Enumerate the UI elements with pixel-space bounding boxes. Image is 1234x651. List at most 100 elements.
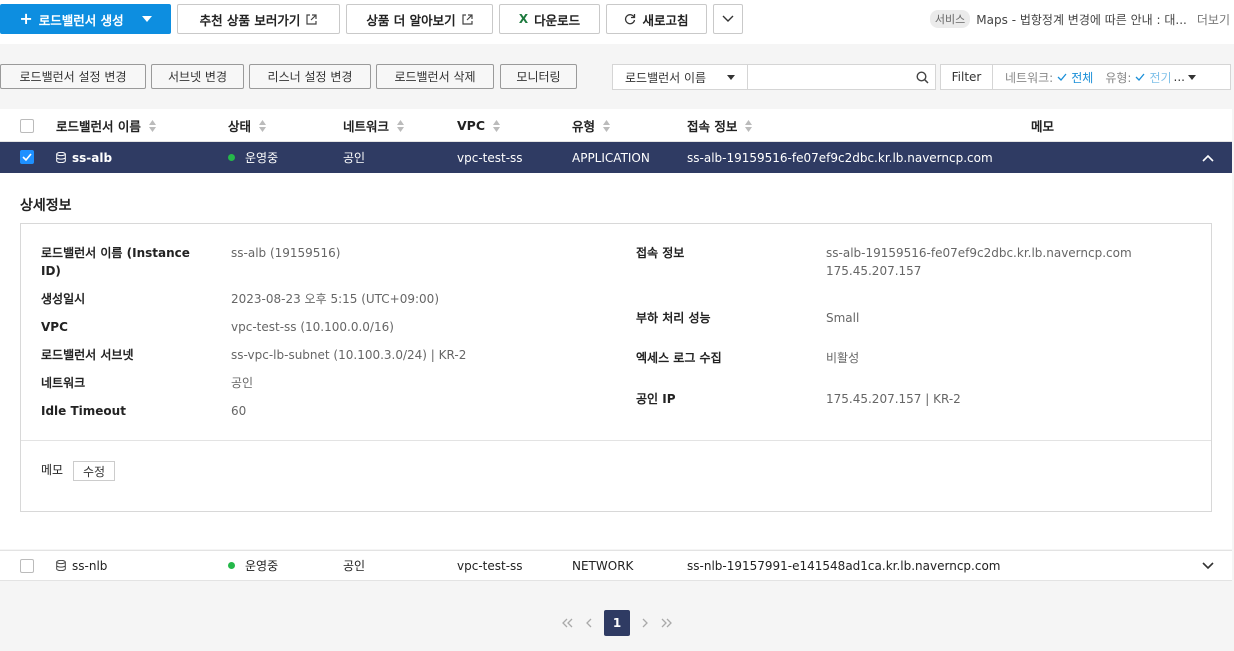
- filter-overflow-ellipsis: ...: [1173, 70, 1185, 84]
- detail-value-capacity: Small: [826, 311, 860, 325]
- double-chevron-right-icon: [661, 618, 673, 628]
- row-name-cell[interactable]: ss-alb: [56, 142, 112, 173]
- detail-value-network: 공인: [231, 376, 254, 390]
- download-label: 다운로드: [534, 12, 581, 28]
- search-input[interactable]: [748, 65, 911, 89]
- notice-text[interactable]: Maps - 법항정계 변경에 따른 안내 : 대...: [976, 11, 1187, 28]
- network-filter-value: 전체: [1071, 70, 1094, 85]
- detail-panel: 상세정보 로드밸런서 이름 (Instance ID) ss-alb (1915…: [0, 173, 1232, 549]
- detail-value-instance: ss-alb (19159516): [231, 246, 341, 260]
- row-vpc: vpc-test-ss: [457, 150, 523, 165]
- row-status-cell: 운영중: [228, 142, 278, 173]
- table-header: 로드밸런서 이름 상태 네트워크 VPC 유형 접속 정보 메모: [0, 109, 1232, 142]
- edit-subnet-button[interactable]: 서브넷 변경: [151, 64, 244, 89]
- network-filter[interactable]: 네트워크: 전체: [993, 69, 1093, 86]
- type-filter-value: 전기: [1149, 70, 1172, 85]
- detail-value-subnet: ss-vpc-lb-subnet (10.100.3.0/24) | KR-2: [231, 348, 467, 362]
- next-page-button[interactable]: [634, 618, 656, 628]
- collapse-row-button[interactable]: [1202, 142, 1214, 173]
- search-bar: 로드밸런서 이름: [612, 64, 936, 90]
- refresh-button[interactable]: 새로고침: [606, 4, 707, 34]
- detail-value-access-ip: 175.45.207.157: [826, 264, 922, 278]
- caret-down-icon[interactable]: [1187, 74, 1196, 80]
- memo-edit-button[interactable]: 수정: [73, 461, 115, 481]
- column-header-vpc[interactable]: VPC: [457, 109, 501, 142]
- search-field-select[interactable]: 로드밸런서 이름: [613, 65, 749, 89]
- column-header-name-label: 로드밸런서 이름: [56, 119, 141, 134]
- check-icon: [1057, 73, 1067, 81]
- column-header-network-label: 네트워크: [343, 119, 390, 134]
- search-icon: [916, 70, 929, 84]
- download-button[interactable]: X 다운로드: [499, 4, 600, 34]
- detail-label-instance: 로드밸런서 이름 (Instance ID): [41, 246, 190, 278]
- detail-box: 로드밸런서 이름 (Instance ID) ss-alb (19159516)…: [20, 223, 1212, 512]
- detail-label-subnet: 로드밸런서 서브넷: [41, 348, 134, 362]
- recommend-products-button[interactable]: 추천 상품 보러가기: [177, 4, 340, 34]
- sort-icon: [148, 119, 156, 132]
- select-all-checkbox[interactable]: [20, 119, 34, 133]
- recommend-products-label: 추천 상품 보러가기: [199, 12, 301, 28]
- column-header-memo-label: 메모: [1031, 119, 1055, 134]
- column-header-name[interactable]: 로드밸런서 이름: [56, 109, 156, 142]
- row-type: APPLICATION: [572, 150, 650, 165]
- row-checkbox[interactable]: [20, 559, 34, 573]
- expand-row-button[interactable]: [1202, 551, 1214, 580]
- external-link-icon: [306, 13, 317, 25]
- column-header-access[interactable]: 접속 정보: [687, 109, 753, 142]
- column-header-memo: 메모: [1031, 109, 1054, 142]
- notice-more-link[interactable]: 더보기: [1197, 11, 1230, 28]
- row-name: ss-alb: [72, 150, 113, 165]
- sort-icon: [745, 119, 753, 132]
- type-filter-label: 유형:: [1105, 70, 1132, 85]
- sort-icon: [493, 119, 501, 132]
- status-dot-icon: [228, 562, 235, 569]
- detail-value-idle-timeout: 60: [231, 404, 247, 418]
- edit-listener-button[interactable]: 리스너 설정 변경: [249, 64, 371, 89]
- create-load-balancer-label: 로드밸런서 생성: [38, 12, 124, 28]
- chevron-up-icon: [1202, 154, 1214, 162]
- table-row[interactable]: ss-nlb 운영중 공인 vpc-test-ss NETWORK ss-nlb…: [0, 550, 1232, 581]
- monitoring-button[interactable]: 모니터링: [500, 64, 577, 89]
- filter-button[interactable]: Filter: [941, 65, 993, 89]
- detail-label-capacity: 부하 처리 성능: [636, 311, 711, 325]
- create-load-balancer-button[interactable]: + 로드밸런서 생성: [0, 4, 171, 34]
- delete-load-balancer-button[interactable]: 로드밸런서 삭제: [376, 64, 494, 89]
- chevron-right-icon: [641, 618, 649, 628]
- row-name-cell[interactable]: ss-nlb: [56, 551, 107, 580]
- table-row[interactable]: ss-alb 운영중 공인 vpc-test-ss APPLICATION ss…: [0, 142, 1232, 173]
- row-network: 공인: [343, 559, 366, 573]
- row-status: 운영중: [245, 559, 279, 573]
- column-header-status[interactable]: 상태: [228, 109, 267, 142]
- edit-settings-button[interactable]: 로드밸런서 설정 변경: [0, 64, 146, 89]
- last-page-button[interactable]: [656, 618, 678, 628]
- notice-tag: 서비스: [929, 10, 971, 28]
- dropdown-caret-icon[interactable]: [141, 16, 152, 22]
- prev-page-button[interactable]: [578, 618, 600, 628]
- database-icon: [56, 560, 66, 571]
- more-options-button[interactable]: [713, 4, 743, 34]
- search-field-value: 로드밸런서 이름: [625, 70, 707, 85]
- chevron-down-icon: [1202, 561, 1214, 570]
- check-icon: [1135, 73, 1145, 81]
- column-header-type[interactable]: 유형: [572, 109, 611, 142]
- detail-label-created: 생성일시: [41, 292, 86, 306]
- page-number-current[interactable]: 1: [604, 610, 630, 636]
- type-filter[interactable]: 유형: 전기: [1093, 69, 1171, 86]
- detail-label-public-ip: 공인 IP: [636, 392, 676, 406]
- service-notice[interactable]: 서비스 Maps - 법항정계 변경에 따른 안내 : 대... 더보기: [929, 10, 1230, 28]
- first-page-button[interactable]: [556, 618, 578, 628]
- refresh-icon: [624, 13, 636, 25]
- detail-value-created: 2023-08-23 오후 5:15 (UTC+09:00): [231, 292, 439, 306]
- search-button[interactable]: [910, 65, 935, 89]
- detail-label-access-log: 엑세스 로그 수집: [636, 351, 722, 365]
- status-dot-icon: [228, 154, 235, 161]
- sort-icon: [397, 119, 405, 132]
- column-header-network[interactable]: 네트워크: [343, 109, 405, 142]
- row-name: ss-nlb: [72, 558, 108, 573]
- row-status: 운영중: [245, 151, 279, 165]
- caret-down-icon: [727, 74, 736, 80]
- learn-more-button[interactable]: 상품 더 알아보기: [346, 4, 493, 34]
- column-header-access-label: 접속 정보: [687, 119, 738, 134]
- refresh-label: 새로고침: [642, 12, 689, 28]
- row-checkbox[interactable]: [20, 150, 34, 164]
